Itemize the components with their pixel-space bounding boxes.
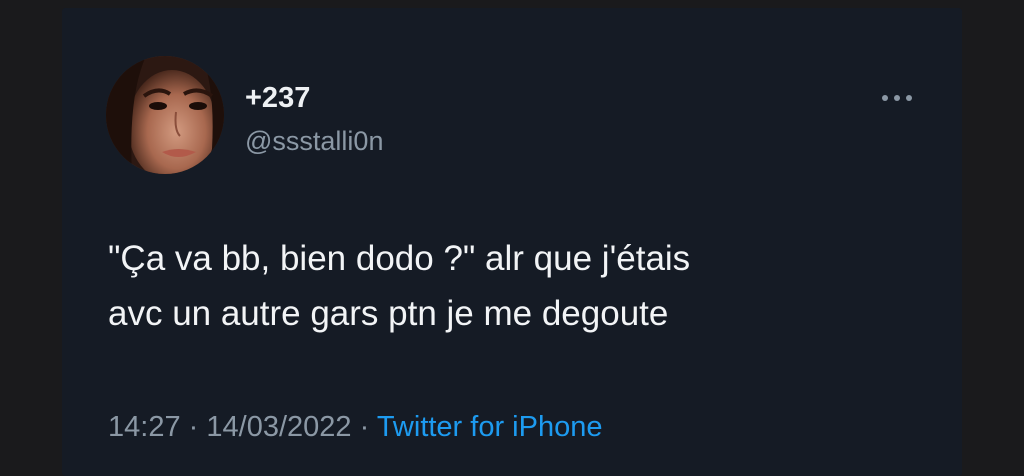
meta-separator: · — [188, 411, 199, 443]
profile-photo — [106, 56, 224, 174]
tweet-text: "Ça va bb, bien dodo ?" alr que j'étais … — [108, 239, 691, 333]
avatar[interactable] — [106, 56, 224, 174]
tweet-card: +237 @ssstalli0n "Ça va bb, bien dodo ?"… — [62, 8, 962, 476]
more-horizontal-icon[interactable] — [877, 88, 917, 108]
tweet-date[interactable]: 14/03/2022 — [206, 411, 351, 443]
display-name[interactable]: +237 — [245, 81, 310, 115]
user-handle[interactable]: @ssstalli0n — [245, 125, 383, 157]
tweet-time[interactable]: 14:27 — [108, 411, 181, 443]
tweet-meta: 14:27 · 14/03/2022 · Twitter for iPhone — [108, 410, 602, 444]
tweet-source-link[interactable]: Twitter for iPhone — [377, 411, 603, 443]
meta-separator: · — [359, 411, 370, 443]
